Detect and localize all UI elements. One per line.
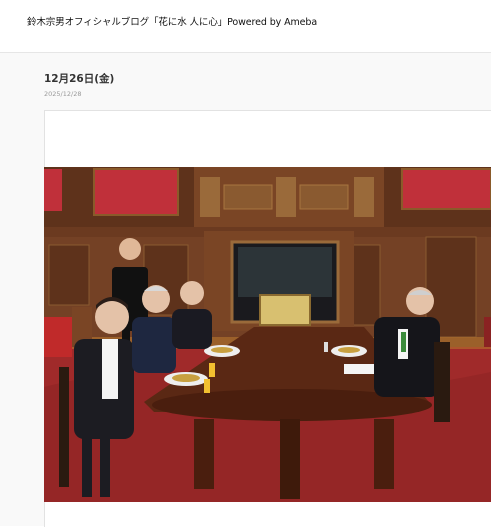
site-header: 鈴木宗男オフィシャルブログ「花に水 人に心」Powered by Ameba [0, 0, 491, 53]
entry-photo[interactable] [44, 167, 491, 502]
entry-title[interactable]: 12月26日(金) [44, 71, 114, 86]
blog-title-link[interactable]: 鈴木宗男オフィシャルブログ「花に水 人に心」Powered by Ameba [27, 14, 317, 28]
red-wall-panel-right [401, 168, 491, 210]
red-wall-panel-left [44, 169, 62, 211]
entry-date: 2025/12/28 [44, 90, 82, 98]
red-wall-panel [93, 168, 179, 216]
